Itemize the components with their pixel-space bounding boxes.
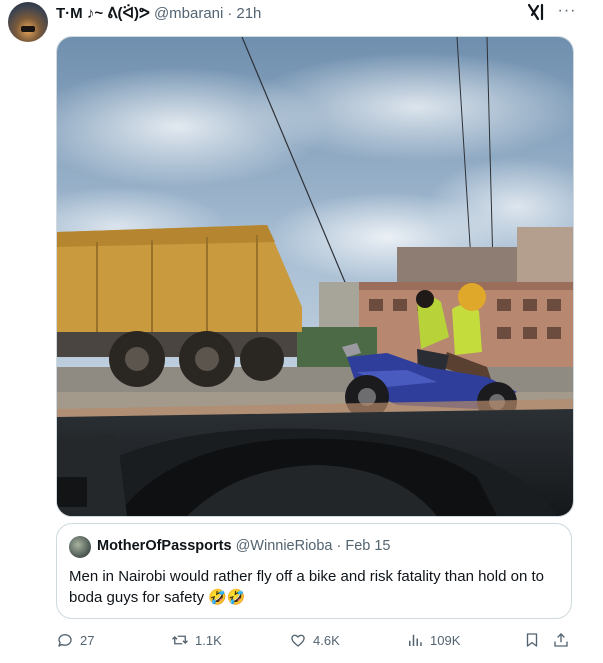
tweet-action-bar: 27 1.1K 4.6K 109K	[56, 628, 576, 652]
share-button[interactable]	[552, 628, 570, 652]
avatar-silhouette	[21, 26, 35, 32]
author-display-name[interactable]: T·M ♪~ ᕕ(ᐛ)ᕗ	[56, 4, 150, 22]
quoted-tweet-card[interactable]: MotherOfPassports @WinnieRioba · Feb 15 …	[56, 523, 572, 619]
like-button[interactable]: 4.6K	[289, 628, 340, 652]
quoted-tweet-header: MotherOfPassports @WinnieRioba · Feb 15	[97, 538, 391, 554]
more-icon[interactable]: ···	[556, 2, 578, 22]
author-handle[interactable]: @mbarani	[154, 5, 223, 22]
quoted-author-display-name: MotherOfPassports	[97, 538, 232, 554]
tweet-photo[interactable]	[56, 36, 574, 517]
reply-button[interactable]: 27	[56, 628, 94, 652]
tweet-timestamp[interactable]: 21h	[236, 5, 261, 22]
author-avatar[interactable]	[8, 2, 48, 42]
repost-icon	[172, 635, 188, 645]
bookmark-button[interactable]	[523, 628, 541, 652]
reply-count: 27	[80, 632, 95, 648]
repost-count: 1.1K	[195, 632, 222, 648]
tweet-header: T·M ♪~ ᕕ(ᐛ)ᕗ @mbarani · 21h	[56, 3, 261, 23]
views-count: 109K	[430, 632, 461, 648]
quoted-header-separator: ·	[336, 538, 342, 554]
bookmark-icon	[526, 633, 538, 647]
quoted-tweet-text: Men in Nairobi would rather fly off a bi…	[69, 568, 544, 606]
views-button[interactable]: 109K	[406, 628, 460, 652]
quoted-tweet-date: Feb 15	[345, 538, 391, 554]
quoted-author-avatar	[69, 536, 91, 558]
quoted-author-handle: @WinnieRioba	[235, 538, 333, 554]
reply-icon	[58, 634, 72, 647]
repost-button[interactable]: 1.1K	[171, 628, 222, 652]
grok-icon[interactable]	[526, 2, 546, 22]
like-icon	[291, 634, 305, 647]
views-icon	[409, 634, 422, 646]
share-icon	[554, 633, 568, 647]
header-separator: ·	[227, 4, 233, 22]
like-count: 4.6K	[313, 632, 340, 648]
